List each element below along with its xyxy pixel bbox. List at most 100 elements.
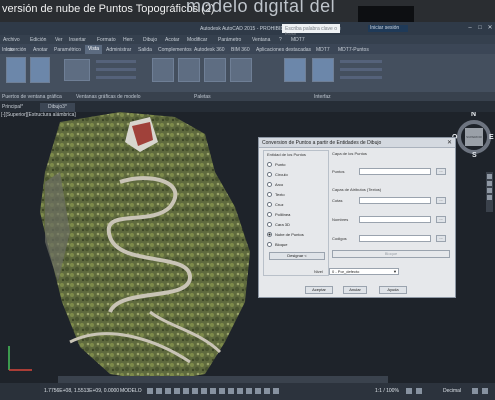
auto-scale-icon[interactable] <box>273 388 279 394</box>
annotation-scale[interactable]: 1:1 / 100% <box>375 388 399 394</box>
annotation-visibility-icon[interactable] <box>264 388 270 394</box>
close-icon[interactable]: ✕ <box>486 25 494 32</box>
nombres-field[interactable] <box>359 216 431 223</box>
cotas-field[interactable] <box>359 197 431 204</box>
tab-anotar[interactable]: Anotar <box>33 47 48 53</box>
3d-osnap-icon[interactable] <box>228 388 234 394</box>
attrib-group-label: Capas de Atributos (Textos) <box>332 187 382 192</box>
selection-filter-icon[interactable] <box>246 388 252 394</box>
tab-administrar[interactable]: Administrar <box>106 47 131 53</box>
file-tab[interactable]: Dibujo3* <box>40 103 75 112</box>
tab-complementos[interactable]: Complementos <box>158 47 192 53</box>
viewport-button[interactable] <box>6 57 26 83</box>
menu-item[interactable]: Archivo <box>3 37 20 43</box>
palette-button[interactable] <box>152 58 174 82</box>
sign-in-button[interactable]: Iniciar sesión <box>368 25 408 32</box>
radio-arco[interactable]: Arco <box>267 181 327 188</box>
radio-polilinea[interactable]: Polilínea <box>267 211 327 218</box>
radio-bloque[interactable]: Bloque <box>267 241 327 248</box>
help-button[interactable]: Ayuda <box>379 286 407 294</box>
interface-button[interactable] <box>312 58 334 82</box>
menu-item[interactable]: Herr. <box>123 37 134 43</box>
menu-item[interactable]: Modificar <box>187 37 207 43</box>
menu-item[interactable]: MDT7 <box>291 37 305 43</box>
menu-item[interactable]: ? <box>279 37 282 43</box>
nombres-browse-button[interactable]: ... <box>436 216 446 223</box>
quick-properties-icon[interactable] <box>472 388 478 394</box>
cancel-button[interactable]: Anular <box>343 286 367 294</box>
tab-vista[interactable]: Vista <box>85 45 103 54</box>
menu-item[interactable]: Insertar <box>69 37 86 43</box>
points-browse-button[interactable]: ... <box>436 168 446 175</box>
customization-icon[interactable] <box>482 388 488 394</box>
minimize-icon[interactable]: – <box>466 25 474 32</box>
tab-mdt7[interactable]: MDT7 <box>316 47 330 53</box>
command-line[interactable] <box>58 376 388 383</box>
ortho-icon[interactable] <box>165 388 171 394</box>
model-viewport-button[interactable] <box>64 59 90 81</box>
radio-circulo[interactable]: Círculo <box>267 171 327 178</box>
menu-item[interactable]: Formato <box>97 37 116 43</box>
pan-icon[interactable] <box>487 174 492 179</box>
snap-icon[interactable] <box>156 388 162 394</box>
palette-button[interactable] <box>230 58 252 82</box>
tab-salida[interactable]: Salida <box>138 47 152 53</box>
radio-nube-de-puntos[interactable]: Nube de Puntos <box>267 231 327 238</box>
radio-punto[interactable]: Punto <box>267 161 327 168</box>
selection-cycling-icon[interactable] <box>219 388 225 394</box>
navigation-bar <box>486 172 493 212</box>
interface-button[interactable] <box>284 58 306 82</box>
accept-button[interactable]: Aceptar <box>305 286 333 294</box>
menu-item[interactable]: Edición <box>30 37 46 43</box>
nivel-select[interactable]: 0 - Por_defecto ▼ <box>329 268 399 275</box>
lineweight-icon[interactable] <box>201 388 207 394</box>
points-layer-field[interactable] <box>359 168 431 175</box>
zoom-icon[interactable] <box>487 181 492 186</box>
transparency-icon[interactable] <box>210 388 216 394</box>
radio-texto[interactable]: Texto <box>267 191 327 198</box>
cotas-browse-button[interactable]: ... <box>436 197 446 204</box>
radio-cara-3d[interactable]: Cara 3D <box>267 221 327 228</box>
tab-mdt7-puntos[interactable]: MDT7-Puntos <box>338 47 369 53</box>
tab-parametrico[interactable]: Paramétrico <box>54 47 81 53</box>
polar-icon[interactable] <box>174 388 180 394</box>
tab-autodesk-360[interactable]: Autodesk 360 <box>194 47 225 53</box>
model-space-button[interactable]: MODELO <box>120 388 142 394</box>
menu-item[interactable]: Dibujo <box>143 37 157 43</box>
dynamic-ucs-icon[interactable] <box>237 388 243 394</box>
layout-tabs[interactable] <box>0 383 40 400</box>
ribbon-panel-labels: Puertos de ventana gráfica Ventanas gráf… <box>0 92 495 101</box>
codigos-field[interactable] <box>359 235 431 242</box>
viewport-button[interactable] <box>30 57 50 83</box>
menu-item[interactable]: Parámetro <box>218 37 241 43</box>
tab-insercion[interactable]: Inserción <box>6 47 26 53</box>
gizmo-icon[interactable] <box>255 388 261 394</box>
menu-item[interactable]: Acotar <box>165 37 179 43</box>
file-tab[interactable]: Principal* <box>2 104 23 110</box>
bloque-button[interactable]: Bloque <box>332 250 450 258</box>
osnap-icon[interactable] <box>183 388 189 394</box>
orbit-icon[interactable] <box>487 188 492 193</box>
tab-aplicaciones[interactable]: Aplicaciones destacadas <box>256 47 311 53</box>
tab-bim-360[interactable]: BIM 360 <box>231 47 250 53</box>
workspace-icon[interactable] <box>406 388 412 394</box>
radio-cruz[interactable]: Cruz <box>267 201 327 208</box>
otrack-icon[interactable] <box>192 388 198 394</box>
chevron-down-icon: ▼ <box>393 269 397 274</box>
maximize-icon[interactable]: □ <box>476 25 484 32</box>
showmotion-icon[interactable] <box>487 195 492 200</box>
menu-item[interactable]: Ver <box>55 37 63 43</box>
ribbon-tabs: Inicio Inserción Anotar Paramétrico Vist… <box>0 44 495 54</box>
viewcube[interactable]: N SUPERIOR O E S <box>452 112 495 162</box>
palette-button[interactable] <box>204 58 226 82</box>
search-input[interactable]: Escriba palabra clave o frase <box>282 24 340 38</box>
codigos-browse-button[interactable]: ... <box>436 235 446 242</box>
annotation-monitor-icon[interactable] <box>416 388 422 394</box>
designate-button[interactable]: Designar < <box>269 252 325 260</box>
viewcube-face[interactable]: SUPERIOR <box>465 128 483 146</box>
units-label[interactable]: Decimal <box>443 388 461 394</box>
grid-icon[interactable] <box>147 388 153 394</box>
palette-button[interactable] <box>178 58 200 82</box>
close-icon[interactable]: ✕ <box>447 139 452 146</box>
menu-item[interactable]: Ventana <box>252 37 270 43</box>
